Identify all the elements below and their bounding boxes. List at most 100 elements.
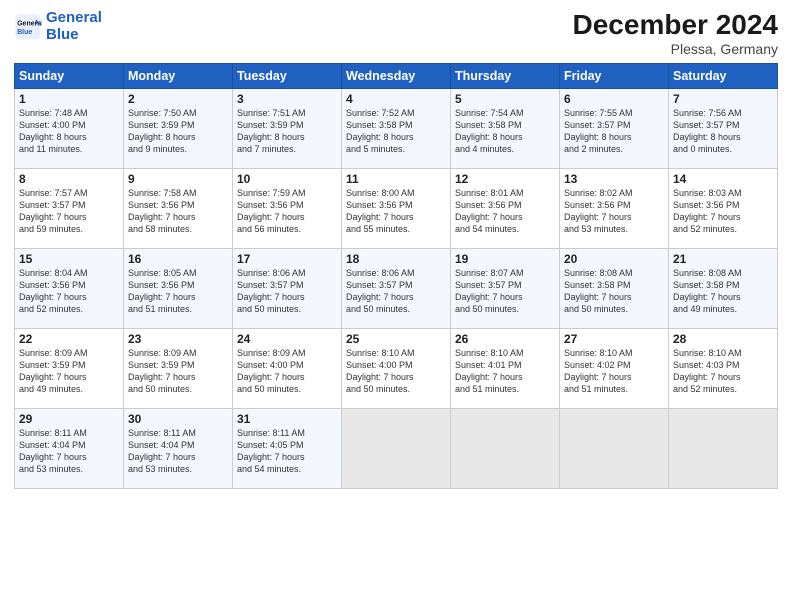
day-cell: 1Sunrise: 7:48 AM Sunset: 4:00 PM Daylig… [15, 88, 124, 168]
week-row-5: 29Sunrise: 8:11 AM Sunset: 4:04 PM Dayli… [15, 408, 778, 488]
col-header-tuesday: Tuesday [233, 63, 342, 88]
day-cell: 24Sunrise: 8:09 AM Sunset: 4:00 PM Dayli… [233, 328, 342, 408]
day-number: 16 [128, 252, 228, 266]
col-header-friday: Friday [560, 63, 669, 88]
day-number: 24 [237, 332, 337, 346]
day-number: 27 [564, 332, 664, 346]
week-row-2: 8Sunrise: 7:57 AM Sunset: 3:57 PM Daylig… [15, 168, 778, 248]
day-number: 19 [455, 252, 555, 266]
day-info: Sunrise: 8:10 AM Sunset: 4:00 PM Dayligh… [346, 347, 446, 396]
day-cell: 7Sunrise: 7:56 AM Sunset: 3:57 PM Daylig… [669, 88, 778, 168]
svg-text:Blue: Blue [17, 29, 32, 36]
day-number: 5 [455, 92, 555, 106]
day-number: 10 [237, 172, 337, 186]
day-cell: 19Sunrise: 8:07 AM Sunset: 3:57 PM Dayli… [451, 248, 560, 328]
day-number: 26 [455, 332, 555, 346]
day-cell [342, 408, 451, 488]
day-cell: 30Sunrise: 8:11 AM Sunset: 4:04 PM Dayli… [124, 408, 233, 488]
day-cell: 3Sunrise: 7:51 AM Sunset: 3:59 PM Daylig… [233, 88, 342, 168]
day-info: Sunrise: 8:08 AM Sunset: 3:58 PM Dayligh… [673, 267, 773, 316]
day-info: Sunrise: 8:07 AM Sunset: 3:57 PM Dayligh… [455, 267, 555, 316]
day-cell: 2Sunrise: 7:50 AM Sunset: 3:59 PM Daylig… [124, 88, 233, 168]
col-header-wednesday: Wednesday [342, 63, 451, 88]
day-info: Sunrise: 7:51 AM Sunset: 3:59 PM Dayligh… [237, 107, 337, 156]
day-info: Sunrise: 7:59 AM Sunset: 3:56 PM Dayligh… [237, 187, 337, 236]
day-info: Sunrise: 7:55 AM Sunset: 3:57 PM Dayligh… [564, 107, 664, 156]
day-number: 28 [673, 332, 773, 346]
day-number: 18 [346, 252, 446, 266]
day-cell: 12Sunrise: 8:01 AM Sunset: 3:56 PM Dayli… [451, 168, 560, 248]
day-cell: 25Sunrise: 8:10 AM Sunset: 4:00 PM Dayli… [342, 328, 451, 408]
calendar-table: SundayMondayTuesdayWednesdayThursdayFrid… [14, 63, 778, 489]
day-number: 22 [19, 332, 119, 346]
day-number: 6 [564, 92, 664, 106]
day-cell [451, 408, 560, 488]
col-header-thursday: Thursday [451, 63, 560, 88]
day-info: Sunrise: 8:11 AM Sunset: 4:04 PM Dayligh… [19, 427, 119, 476]
day-number: 4 [346, 92, 446, 106]
day-cell: 26Sunrise: 8:10 AM Sunset: 4:01 PM Dayli… [451, 328, 560, 408]
week-row-1: 1Sunrise: 7:48 AM Sunset: 4:00 PM Daylig… [15, 88, 778, 168]
day-info: Sunrise: 8:00 AM Sunset: 3:56 PM Dayligh… [346, 187, 446, 236]
day-cell: 22Sunrise: 8:09 AM Sunset: 3:59 PM Dayli… [15, 328, 124, 408]
day-info: Sunrise: 7:58 AM Sunset: 3:56 PM Dayligh… [128, 187, 228, 236]
day-cell: 21Sunrise: 8:08 AM Sunset: 3:58 PM Dayli… [669, 248, 778, 328]
day-cell: 23Sunrise: 8:09 AM Sunset: 3:59 PM Dayli… [124, 328, 233, 408]
day-number: 17 [237, 252, 337, 266]
day-number: 7 [673, 92, 773, 106]
day-cell: 13Sunrise: 8:02 AM Sunset: 3:56 PM Dayli… [560, 168, 669, 248]
day-cell: 15Sunrise: 8:04 AM Sunset: 3:56 PM Dayli… [15, 248, 124, 328]
day-info: Sunrise: 7:57 AM Sunset: 3:57 PM Dayligh… [19, 187, 119, 236]
day-number: 8 [19, 172, 119, 186]
day-info: Sunrise: 8:03 AM Sunset: 3:56 PM Dayligh… [673, 187, 773, 236]
day-number: 29 [19, 412, 119, 426]
svg-text:General: General [17, 20, 42, 27]
day-info: Sunrise: 7:56 AM Sunset: 3:57 PM Dayligh… [673, 107, 773, 156]
day-number: 25 [346, 332, 446, 346]
day-cell: 16Sunrise: 8:05 AM Sunset: 3:56 PM Dayli… [124, 248, 233, 328]
day-info: Sunrise: 8:08 AM Sunset: 3:58 PM Dayligh… [564, 267, 664, 316]
day-info: Sunrise: 7:50 AM Sunset: 3:59 PM Dayligh… [128, 107, 228, 156]
day-number: 20 [564, 252, 664, 266]
day-cell: 6Sunrise: 7:55 AM Sunset: 3:57 PM Daylig… [560, 88, 669, 168]
week-row-3: 15Sunrise: 8:04 AM Sunset: 3:56 PM Dayli… [15, 248, 778, 328]
day-cell: 8Sunrise: 7:57 AM Sunset: 3:57 PM Daylig… [15, 168, 124, 248]
day-cell: 17Sunrise: 8:06 AM Sunset: 3:57 PM Dayli… [233, 248, 342, 328]
day-number: 12 [455, 172, 555, 186]
day-cell: 18Sunrise: 8:06 AM Sunset: 3:57 PM Dayli… [342, 248, 451, 328]
title-block: December 2024 Plessa, Germany [573, 10, 778, 57]
day-info: Sunrise: 8:05 AM Sunset: 3:56 PM Dayligh… [128, 267, 228, 316]
day-number: 30 [128, 412, 228, 426]
day-cell: 29Sunrise: 8:11 AM Sunset: 4:04 PM Dayli… [15, 408, 124, 488]
day-number: 11 [346, 172, 446, 186]
day-number: 23 [128, 332, 228, 346]
logo: General Blue General Blue [14, 10, 102, 43]
day-info: Sunrise: 8:06 AM Sunset: 3:57 PM Dayligh… [237, 267, 337, 316]
day-info: Sunrise: 7:48 AM Sunset: 4:00 PM Dayligh… [19, 107, 119, 156]
day-info: Sunrise: 8:01 AM Sunset: 3:56 PM Dayligh… [455, 187, 555, 236]
col-header-monday: Monday [124, 63, 233, 88]
day-cell: 27Sunrise: 8:10 AM Sunset: 4:02 PM Dayli… [560, 328, 669, 408]
day-info: Sunrise: 8:10 AM Sunset: 4:02 PM Dayligh… [564, 347, 664, 396]
day-number: 1 [19, 92, 119, 106]
day-info: Sunrise: 8:09 AM Sunset: 3:59 PM Dayligh… [19, 347, 119, 396]
day-cell: 14Sunrise: 8:03 AM Sunset: 3:56 PM Dayli… [669, 168, 778, 248]
day-number: 21 [673, 252, 773, 266]
day-number: 31 [237, 412, 337, 426]
day-number: 9 [128, 172, 228, 186]
day-info: Sunrise: 8:10 AM Sunset: 4:01 PM Dayligh… [455, 347, 555, 396]
day-cell: 4Sunrise: 7:52 AM Sunset: 3:58 PM Daylig… [342, 88, 451, 168]
page-container: General Blue General Blue December 2024 P… [0, 0, 792, 499]
day-cell [669, 408, 778, 488]
header-row: SundayMondayTuesdayWednesdayThursdayFrid… [15, 63, 778, 88]
logo-icon: General Blue [14, 13, 42, 41]
day-info: Sunrise: 7:54 AM Sunset: 3:58 PM Dayligh… [455, 107, 555, 156]
day-info: Sunrise: 8:02 AM Sunset: 3:56 PM Dayligh… [564, 187, 664, 236]
month-title: December 2024 [573, 10, 778, 41]
day-number: 3 [237, 92, 337, 106]
day-cell [560, 408, 669, 488]
day-number: 13 [564, 172, 664, 186]
day-cell: 5Sunrise: 7:54 AM Sunset: 3:58 PM Daylig… [451, 88, 560, 168]
col-header-saturday: Saturday [669, 63, 778, 88]
day-cell: 28Sunrise: 8:10 AM Sunset: 4:03 PM Dayli… [669, 328, 778, 408]
